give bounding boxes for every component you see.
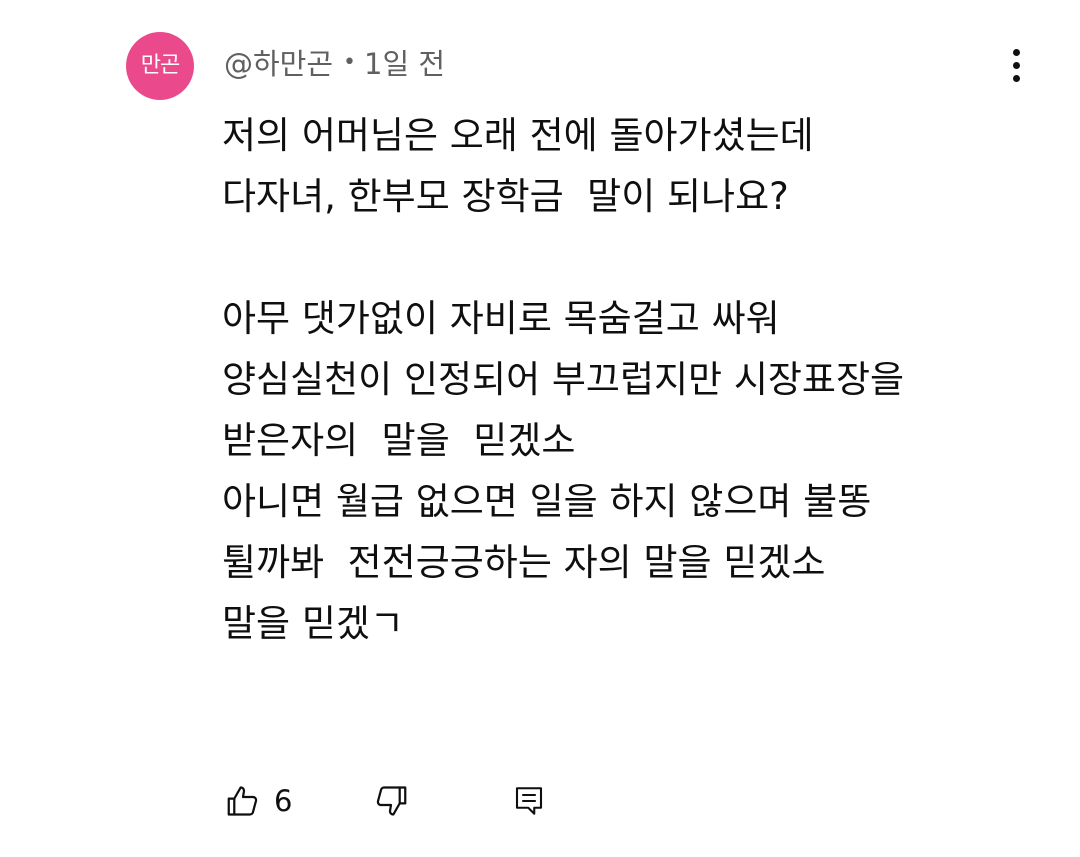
comment-actions: 6 [222, 773, 550, 829]
comment-line: 말을 믿겠ㄱ [222, 602, 404, 645]
author-name[interactable]: @하만곤 [224, 41, 333, 83]
comment-line-blank [222, 227, 1042, 288]
more-vert-icon-dot [1012, 61, 1020, 69]
reply-comment-icon [516, 787, 543, 815]
separator-dot: • [343, 49, 357, 75]
comment-body: 저의 어머님은 오래 전에 돌아가셨는데 다자녀, 한부모 장학금 말이 되나요… [222, 105, 1042, 654]
comment-line: 아무 댓가없이 자비로 목숨걸고 싸워 [222, 297, 780, 340]
thumbs-down-icon [377, 786, 407, 816]
comment-line: 다자녀, 한부모 장학금 말이 되나요? [222, 175, 789, 218]
like-button[interactable] [222, 780, 264, 822]
avatar[interactable]: 만곤 [126, 32, 194, 100]
more-vert-icon-dot [1012, 74, 1020, 82]
reply-button[interactable] [508, 780, 550, 822]
comment-line: 아니면 월급 없으면 일을 하지 않으며 불똥 [222, 480, 872, 523]
more-options-button[interactable] [996, 40, 1036, 90]
comment-line: 튈까봐 전전긍긍하는 자의 말을 믿겠소 [222, 541, 826, 584]
timestamp: 1일 전 [364, 47, 446, 81]
comment-thread: 만곤 @하만곤 • 1일 전 저의 어머님은 오래 전에 돌아가셨는데 다자녀,… [0, 0, 1080, 857]
comment-header: @하만곤 • 1일 전 [224, 40, 445, 84]
more-vert-icon [1012, 48, 1020, 56]
like-count: 6 [274, 784, 293, 818]
comment-line: 양심실천이 인정되어 부끄럽지만 시장표장을 [222, 358, 905, 401]
dislike-button[interactable] [370, 780, 412, 822]
comment-line: 저의 어머님은 오래 전에 돌아가셨는데 [222, 114, 814, 157]
thumbs-up-icon [227, 786, 258, 816]
comment-line: 받은자의 말을 믿겠소 [222, 419, 576, 462]
